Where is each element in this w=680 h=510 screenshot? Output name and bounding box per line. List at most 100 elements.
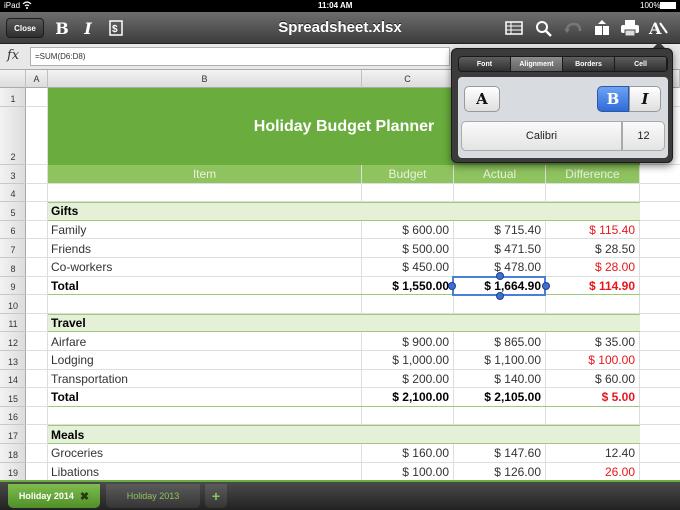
selection-handle[interactable] — [448, 281, 456, 290]
format-icon[interactable]: $ — [107, 18, 125, 38]
column-header[interactable]: C — [362, 70, 454, 88]
difference-cell[interactable]: $ 115.40 — [546, 221, 638, 240]
row-header[interactable]: 9 — [0, 277, 26, 296]
difference-cell[interactable]: 12.40 — [546, 444, 638, 463]
budget-cell[interactable]: $ 2,100.00 — [362, 388, 452, 407]
actual-cell[interactable]: $ 140.00 — [454, 370, 544, 389]
budget-cell[interactable]: $ 160.00 — [362, 444, 452, 463]
budget-cell[interactable]: $ 200.00 — [362, 370, 452, 389]
budget-cell[interactable]: $ 450.00 — [362, 258, 452, 277]
item-cell[interactable]: Transportation — [48, 370, 362, 389]
section-title[interactable]: Gifts — [48, 202, 362, 221]
actual-cell[interactable]: $ 2,105.00 — [454, 388, 544, 407]
column-header[interactable]: A — [26, 70, 48, 88]
row-header[interactable]: 1 — [0, 88, 26, 107]
budget-cell[interactable]: $ 1,000.00 — [362, 351, 452, 370]
difference-cell[interactable]: $ 60.00 — [546, 370, 638, 389]
select-all-corner[interactable] — [0, 70, 26, 88]
budget-cell[interactable]: $ 1,550.00 — [362, 277, 452, 296]
section-title[interactable]: Meals — [48, 425, 362, 444]
clock: 11:04 AM — [318, 1, 353, 10]
close-icon[interactable]: ✖ — [80, 490, 89, 503]
insert-icon[interactable] — [592, 19, 612, 37]
difference-cell[interactable]: $ 5.00 — [546, 388, 638, 407]
row-header[interactable]: 19 — [0, 463, 26, 480]
section-title[interactable]: Travel — [48, 314, 362, 333]
tab-alignment[interactable]: Alignment — [511, 57, 563, 71]
row-header[interactable]: 5 — [0, 202, 26, 221]
row-header[interactable]: 12 — [0, 332, 26, 351]
text-format-icon[interactable]: A — [648, 19, 668, 38]
item-cell[interactable]: Lodging — [48, 351, 362, 370]
formula-input[interactable]: =SUM(D6:D8) — [30, 47, 450, 66]
bold-toggle[interactable]: B — [597, 86, 629, 112]
row-header[interactable]: 4 — [0, 184, 26, 203]
total-label[interactable]: Total — [48, 277, 362, 296]
sheet-tab-active[interactable]: Holiday 2014 ✖ — [8, 484, 100, 508]
italic-button[interactable]: I — [80, 16, 96, 40]
column-header[interactable]: B — [48, 70, 362, 88]
row-header[interactable]: 17 — [0, 425, 26, 444]
column-title-difference: Difference — [546, 165, 639, 183]
budget-cell[interactable]: $ 100.00 — [362, 463, 452, 480]
difference-cell[interactable]: $ 35.00 — [546, 332, 638, 351]
undo-icon[interactable] — [563, 19, 583, 37]
carrier-label: iPad — [4, 1, 21, 10]
search-icon[interactable] — [534, 19, 554, 37]
row-header[interactable]: 3 — [0, 165, 26, 184]
fx-icon: fx — [7, 48, 20, 63]
item-cell[interactable]: Airfare — [48, 332, 362, 351]
actual-cell[interactable]: $ 1,100.00 — [454, 351, 544, 370]
row-header[interactable]: 14 — [0, 370, 26, 389]
row-header[interactable]: 6 — [0, 221, 26, 240]
difference-cell[interactable]: $ 114.90 — [546, 277, 638, 296]
close-button[interactable]: Close — [6, 18, 44, 38]
print-icon[interactable] — [620, 19, 640, 37]
row-header[interactable]: 11 — [0, 314, 26, 333]
actual-cell[interactable]: $ 865.00 — [454, 332, 544, 351]
row-header[interactable]: 16 — [0, 407, 26, 426]
toolbar: Close B I $ Spreadsheet.xlsx A — [0, 12, 680, 44]
row-header[interactable]: 8 — [0, 258, 26, 277]
total-label[interactable]: Total — [48, 388, 362, 407]
gridline — [26, 182, 680, 184]
italic-toggle[interactable]: I — [629, 86, 661, 112]
text-size-button[interactable]: A — [464, 86, 500, 112]
budget-cell[interactable]: $ 600.00 — [362, 221, 452, 240]
actual-cell[interactable]: $ 715.40 — [454, 221, 544, 240]
item-cell[interactable]: Friends — [48, 239, 362, 258]
table-icon[interactable] — [504, 19, 524, 37]
tab-font[interactable]: Font — [459, 57, 511, 71]
battery-icon — [660, 2, 676, 9]
budget-cell[interactable]: $ 500.00 — [362, 239, 452, 258]
row-header[interactable]: 13 — [0, 351, 26, 370]
add-sheet-button[interactable]: + — [205, 484, 227, 508]
item-cell[interactable]: Family — [48, 221, 362, 240]
row-header[interactable]: 7 — [0, 239, 26, 258]
bold-button[interactable]: B — [53, 16, 71, 40]
font-size-selector[interactable]: 12 — [622, 121, 665, 151]
item-cell[interactable]: Co-workers — [48, 258, 362, 277]
sheet-tab[interactable]: Holiday 2013 — [106, 484, 200, 508]
actual-cell[interactable]: $ 471.50 — [454, 239, 544, 258]
item-cell[interactable]: Groceries — [48, 444, 362, 463]
font-name-selector[interactable]: Calibri — [461, 121, 622, 151]
budget-cell[interactable]: $ 900.00 — [362, 332, 452, 351]
difference-cell[interactable]: 26.00 — [546, 463, 638, 480]
row-header[interactable]: 15 — [0, 388, 26, 407]
actual-cell[interactable]: $ 147.60 — [454, 444, 544, 463]
row-header[interactable]: 2 — [0, 107, 26, 165]
total-rule — [48, 405, 640, 407]
row-header[interactable]: 18 — [0, 444, 26, 463]
difference-cell[interactable]: $ 28.50 — [546, 239, 638, 258]
row-header[interactable]: 10 — [0, 295, 26, 314]
selection-handle[interactable] — [542, 281, 550, 290]
actual-cell[interactable]: $ 126.00 — [454, 463, 544, 480]
selection-handle[interactable] — [496, 292, 504, 301]
tab-cell[interactable]: Cell — [615, 57, 667, 71]
selection-handle[interactable] — [496, 271, 504, 280]
tab-borders[interactable]: Borders — [563, 57, 615, 71]
difference-cell[interactable]: $ 100.00 — [546, 351, 638, 370]
item-cell[interactable]: Libations — [48, 463, 362, 480]
difference-cell[interactable]: $ 28.00 — [546, 258, 638, 277]
